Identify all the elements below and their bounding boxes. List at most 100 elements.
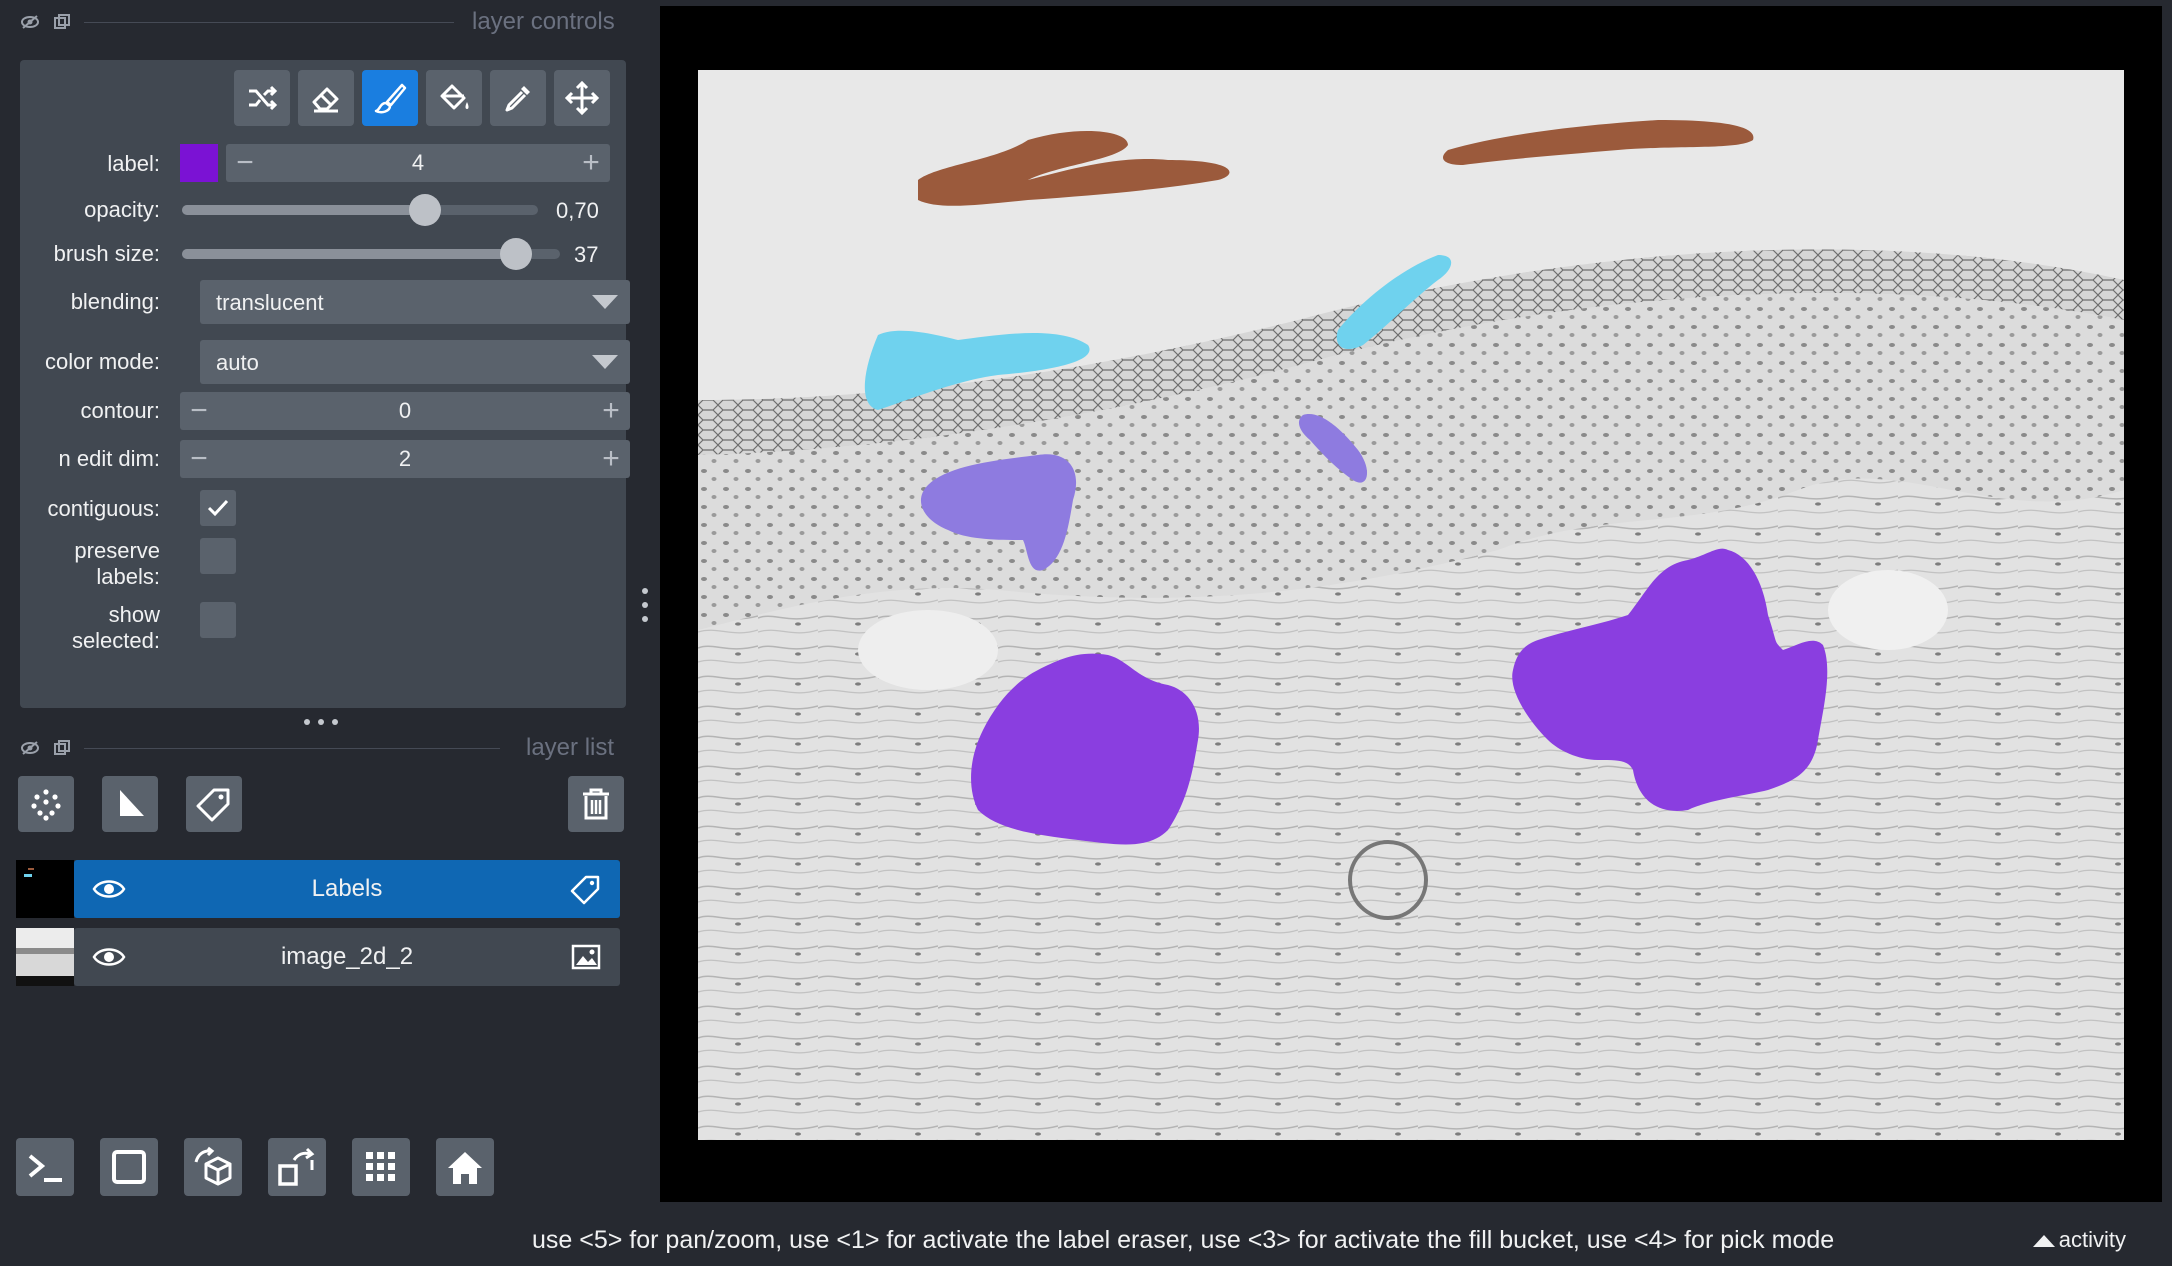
ndisplay-toggle-button[interactable] xyxy=(100,1138,158,1196)
grid-icon xyxy=(366,1152,395,1181)
reset-view-button[interactable] xyxy=(436,1138,494,1196)
contour-label: contour: xyxy=(80,398,161,423)
console-button[interactable] xyxy=(16,1138,74,1196)
activity-button[interactable]: activity xyxy=(2032,1227,2126,1253)
shuffle-icon xyxy=(249,85,278,111)
n-edit-dim-spinbox[interactable]: − 2 + xyxy=(180,440,630,478)
activity-label: activity xyxy=(2058,1227,2126,1252)
paintbrush-button[interactable] xyxy=(362,70,418,126)
layer-name[interactable]: image_2d_2 xyxy=(154,943,540,971)
hide-panel-icon[interactable] xyxy=(20,12,40,32)
layer-list-title: layer list xyxy=(526,734,615,761)
n-edit-dim-value[interactable]: 2 xyxy=(220,446,590,472)
preserve-labels-checkbox[interactable] xyxy=(200,538,236,574)
color-mode-dropdown[interactable]: auto xyxy=(200,340,630,384)
layer-row-image[interactable]: image_2d_2 xyxy=(74,928,620,986)
roll-dimensions-button[interactable] xyxy=(184,1138,242,1196)
brush-size-label: brush size: xyxy=(53,241,160,266)
brush-size-slider-fill xyxy=(182,249,517,259)
n-edit-dim-decrement-button[interactable]: − xyxy=(180,440,218,478)
contour-spinbox[interactable]: − 0 + xyxy=(180,392,630,430)
show-selected-checkbox[interactable] xyxy=(200,602,236,638)
layer-controls-panel: label: − 4 + opacity: 0,70 brush size: 3… xyxy=(20,60,630,708)
contiguous-checkbox[interactable] xyxy=(200,490,236,526)
float-panel-icon[interactable] xyxy=(52,12,72,32)
brush-size-slider[interactable] xyxy=(182,238,560,270)
label-value[interactable]: 4 xyxy=(266,150,570,176)
label-increment-button[interactable]: + xyxy=(572,144,610,182)
status-message: use <5> for pan/zoom, use <1> for activa… xyxy=(532,1226,1835,1254)
color-mode-label: color mode: xyxy=(45,349,160,374)
label-decrement-button[interactable]: − xyxy=(226,144,264,182)
pan-zoom-icon xyxy=(564,80,600,116)
visibility-eye-icon[interactable] xyxy=(92,942,126,972)
image-layer-thumbnail xyxy=(16,928,74,986)
cube-roll-icon xyxy=(194,1146,232,1186)
opacity-value: 0,70 xyxy=(556,198,599,223)
new-labels-layer-button[interactable] xyxy=(186,776,242,832)
label-color-swatch[interactable] xyxy=(180,144,218,182)
histology-image xyxy=(698,70,2124,1140)
blending-value: translucent xyxy=(216,290,324,315)
square-2d-icon xyxy=(112,1150,146,1184)
chevron-down-icon xyxy=(592,355,618,369)
viewer-canvas[interactable] xyxy=(660,6,2162,1202)
pan-zoom-button[interactable] xyxy=(554,70,610,126)
new-points-layer-button[interactable] xyxy=(18,776,74,832)
n-edit-dim-label: n edit dim: xyxy=(58,446,161,471)
brush-size-value: 37 xyxy=(574,242,599,267)
labels-layer-thumbnail xyxy=(16,860,74,918)
hide-panel-icon[interactable] xyxy=(20,738,40,758)
label-spinbox[interactable]: − 4 + xyxy=(226,144,610,182)
preserve-labels-label-line2: labels: xyxy=(96,564,160,589)
layer-list-titlebar: layer list xyxy=(0,726,636,770)
checkmark-icon xyxy=(207,499,229,517)
layer-name[interactable]: Labels xyxy=(154,875,540,903)
layer-row-labels[interactable]: Labels xyxy=(74,860,620,918)
opacity-slider-handle[interactable] xyxy=(409,194,441,226)
brush-size-slider-handle[interactable] xyxy=(500,238,532,270)
transpose-icon xyxy=(278,1147,315,1186)
label-field-label: label: xyxy=(107,151,160,176)
eraser-button[interactable] xyxy=(298,70,354,126)
blending-label: blending: xyxy=(70,289,160,314)
contiguous-label: contiguous: xyxy=(47,496,160,521)
chevron-up-icon xyxy=(2032,1235,2055,1248)
vertical-splitter-handle[interactable] xyxy=(641,588,649,622)
status-bar: use <5> for pan/zoom, use <1> for activa… xyxy=(0,1214,2172,1266)
title-divider xyxy=(84,748,500,749)
preserve-labels-label-line1: preserve xyxy=(74,538,160,563)
label-tag-icon xyxy=(570,875,600,905)
eraser-icon xyxy=(312,87,339,113)
contour-value[interactable]: 0 xyxy=(220,398,590,424)
transpose-dimensions-button[interactable] xyxy=(268,1138,326,1196)
contour-decrement-button[interactable]: − xyxy=(180,392,218,430)
layer-controls-title: layer controls xyxy=(472,8,615,35)
show-selected-label-line1: show xyxy=(108,602,160,627)
grid-view-button[interactable] xyxy=(352,1138,410,1196)
points-icon xyxy=(31,789,61,821)
color-mode-value: auto xyxy=(216,350,259,375)
opacity-slider-fill xyxy=(182,205,425,215)
show-selected-label-line2: selected: xyxy=(71,628,160,653)
fill-bucket-button[interactable] xyxy=(426,70,482,126)
float-panel-icon[interactable] xyxy=(52,738,72,758)
new-shapes-layer-button[interactable] xyxy=(102,776,158,832)
delete-layer-button[interactable] xyxy=(568,776,624,832)
title-divider xyxy=(84,22,454,23)
trash-icon xyxy=(583,788,609,820)
contour-increment-button[interactable]: + xyxy=(592,392,630,430)
visibility-eye-icon[interactable] xyxy=(92,874,126,904)
opacity-label: opacity: xyxy=(84,197,160,222)
console-icon xyxy=(28,1154,62,1182)
pick-mode-button[interactable] xyxy=(490,70,546,126)
show-selected-label: show selected: xyxy=(72,602,160,654)
shapes-icon xyxy=(120,790,144,816)
opacity-slider[interactable] xyxy=(182,194,538,226)
shuffle-colors-button[interactable] xyxy=(234,70,290,126)
blending-dropdown[interactable]: translucent xyxy=(200,280,630,324)
preserve-labels-label: preserve labels: xyxy=(74,538,160,590)
n-edit-dim-increment-button[interactable]: + xyxy=(592,440,630,478)
chevron-down-icon xyxy=(592,295,618,309)
fill-bucket-icon xyxy=(440,84,469,110)
